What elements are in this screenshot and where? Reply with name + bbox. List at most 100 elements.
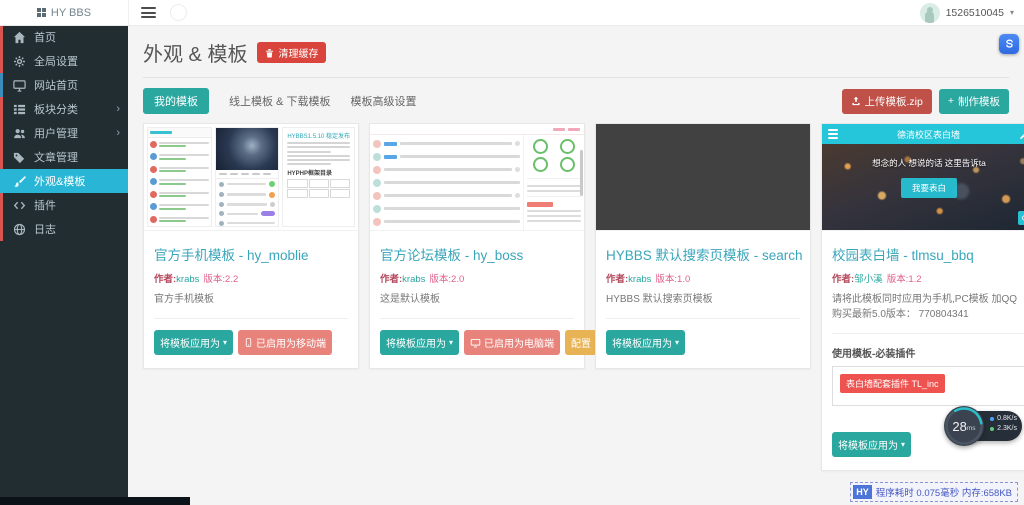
preview-app-title: 德清校区表白墙 — [838, 128, 1019, 141]
upload-dot-icon — [990, 417, 994, 421]
configure-button[interactable]: 配置 — [565, 330, 597, 355]
preview-photo: 想念的人 想说的话 这里告诉ta 我要表白 — [822, 144, 1024, 230]
bottom-strip — [0, 497, 190, 505]
upload-template-button[interactable]: 上传模板.zip — [842, 89, 932, 114]
sidebar-item-site-home[interactable]: 网站首页 — [0, 73, 128, 97]
template-preview-hy-moblie[interactable]: HYBBS1.5.10 稳定发布 HYPHP框架目录 — [144, 124, 358, 231]
template-meta: 作者:krabs版本:2.2 — [154, 271, 348, 285]
network-monitor-widget[interactable]: 0.8K/s 2.3K/s 28 ms — [944, 404, 1022, 448]
caret-down-icon: ▾ — [675, 338, 679, 347]
sidebar-item-label: 全局设置 — [34, 53, 78, 69]
preview-article-heading: HYPHP框架目录 — [287, 168, 350, 177]
template-card-hy-boss: 官方论坛模板 - hy_boss 作者:krabs版本:2.0 这是默认模板 将… — [369, 123, 585, 369]
create-template-button[interactable]: + 制作模板 — [939, 89, 1009, 114]
download-dot-icon — [990, 427, 994, 431]
performance-statusbar: HY 程序耗时 0.075毫秒 内存:658KB — [850, 482, 1018, 502]
gear-icon — [13, 55, 26, 68]
template-preview-hy-boss[interactable] — [370, 124, 584, 231]
tab-online-templates[interactable]: 线上模板 & 下载模板 — [229, 93, 330, 109]
hy-logo-chip: HY — [853, 485, 872, 499]
latency-gauge: 28 ms — [944, 406, 984, 446]
home-icon — [13, 31, 26, 44]
sidebar-item-label: 网站首页 — [34, 77, 78, 93]
preview-thread-list — [370, 135, 523, 231]
template-preview-search[interactable] — [596, 124, 810, 231]
browser-extension-icon[interactable] — [999, 34, 1019, 54]
tags-icon — [13, 151, 26, 164]
preview-phone-profile — [215, 127, 280, 227]
upload-speed: 0.8K/s — [990, 415, 1017, 422]
desktop-icon — [13, 79, 26, 92]
desktop-enabled-badge[interactable]: 已启用为电脑端 — [464, 330, 560, 355]
pencil-icon — [1019, 129, 1024, 140]
clear-cache-button[interactable]: 清理缓存 — [257, 42, 326, 63]
globe-icon — [13, 223, 26, 236]
template-meta: 作者:邹小溪版本:1.2 — [832, 271, 1024, 285]
template-preview-tlmsu-bbq[interactable]: 德清校区表白墙 想念的人 想说的话 这里告诉ta 我要表白 — [822, 124, 1024, 231]
tab-advanced-settings[interactable]: 模板高级设置 — [350, 93, 416, 109]
sidebar-item-label: 首页 — [34, 29, 56, 45]
mobile-enabled-badge[interactable]: 已启用为移动端 — [238, 330, 332, 355]
main-content: 外观 & 模板 清理缓存 我的模板 线上模板 & 下载模板 模板高级设置 上传模… — [128, 25, 1024, 505]
preview-confess-button: 我要表白 — [901, 178, 957, 198]
apply-template-button[interactable]: 将模板应用为▾ — [832, 432, 911, 457]
app-logo[interactable]: HY BBS — [0, 0, 129, 25]
sidebar: 首页 全局设置 网站首页 板块分类 › 用户管理 › 文章管理 外观&模板 插件… — [0, 25, 128, 505]
template-title: 官方手机模板 - hy_moblie — [154, 244, 348, 264]
sidebar-item-label: 日志 — [34, 221, 56, 237]
chevron-down-icon: ▾ — [1010, 8, 1014, 17]
paint-brush-icon — [13, 175, 26, 188]
sidebar-item-appearance-templates[interactable]: 外观&模板 — [0, 169, 128, 193]
preview-phone-article: HYBBS1.5.10 稳定发布 HYPHP框架目录 — [282, 127, 355, 227]
user-menu[interactable]: 1526510045 ▾ — [920, 3, 1024, 23]
sidebar-item-label: 板块分类 — [34, 101, 78, 117]
sidebar-item-sections[interactable]: 板块分类 › — [0, 97, 128, 121]
sidebar-item-logs[interactable]: 日志 — [0, 217, 128, 241]
sidebar-item-home[interactable]: 首页 — [0, 25, 128, 49]
preview-phone-list — [147, 127, 212, 227]
user-avatar — [920, 3, 940, 23]
topbar: HY BBS 1526510045 ▾ — [0, 0, 1024, 26]
sidebar-item-label: 外观&模板 — [34, 173, 85, 189]
required-plugins-label: 使用模板-必装插件 — [832, 345, 1024, 360]
template-description: 官方手机模板 — [154, 292, 348, 307]
apply-template-button[interactable]: 将模板应用为▾ — [606, 330, 685, 355]
users-icon — [13, 127, 26, 140]
performance-text: 程序耗时 0.075毫秒 内存:658KB — [876, 485, 1012, 499]
search-icon — [1018, 211, 1024, 225]
plugin-badge[interactable]: 表白墙配套插件 TL_inc — [840, 374, 945, 393]
sidebar-item-plugins[interactable]: 插件 — [0, 193, 128, 217]
required-plugins-box: 表白墙配套插件 TL_inc — [832, 366, 1024, 406]
template-toolbar: 我的模板 线上模板 & 下载模板 模板高级设置 上传模板.zip + 制作模板 — [143, 88, 1009, 114]
chevron-right-icon: › — [116, 128, 128, 139]
apply-template-button[interactable]: 将模板应用为▾ — [154, 330, 233, 355]
template-card-search: HYBBS 默认搜索页模板 - search 作者:krabs版本:1.0 HY… — [595, 123, 811, 369]
menu-icon — [828, 129, 838, 138]
template-title: 官方论坛模板 - hy_boss — [380, 244, 574, 264]
caret-down-icon: ▾ — [449, 338, 453, 347]
template-meta: 作者:krabs版本:1.0 — [606, 271, 800, 285]
template-title: 校园表白墙 - tlmsu_bbq — [832, 244, 1024, 264]
template-meta: 作者:krabs版本:2.0 — [380, 271, 574, 285]
sidebar-item-users[interactable]: 用户管理 › — [0, 121, 128, 145]
monitor-icon — [470, 338, 481, 348]
sidebar-item-articles[interactable]: 文章管理 — [0, 145, 128, 169]
sidebar-item-global-settings[interactable]: 全局设置 — [0, 49, 128, 73]
logo-grid-icon — [37, 8, 46, 17]
template-card-hy-moblie: HYBBS1.5.10 稳定发布 HYPHP框架目录 官方手机模板 - hy_m… — [143, 123, 359, 369]
preview-scrollbar[interactable] — [580, 150, 583, 196]
apply-template-button[interactable]: 将模板应用为▾ — [380, 330, 459, 355]
sidebar-item-label: 文章管理 — [34, 149, 78, 165]
preview-article-title: HYBBS1.5.10 稳定发布 — [287, 131, 350, 140]
template-title: HYBBS 默认搜索页模板 - search — [606, 244, 800, 264]
template-description: 这是默认模板 — [380, 292, 574, 307]
sidebar-toggle-icon[interactable] — [141, 7, 156, 18]
topbar-circle-icon[interactable] — [170, 4, 187, 21]
page-header: 外观 & 模板 清理缓存 — [143, 25, 1009, 78]
page-title: 外观 & 模板 — [143, 38, 247, 67]
app-logo-text: HY BBS — [51, 7, 91, 19]
sidebar-item-label: 用户管理 — [34, 125, 78, 141]
sidebar-item-label: 插件 — [34, 197, 56, 213]
tab-my-templates[interactable]: 我的模板 — [143, 88, 209, 114]
mobile-icon — [244, 337, 253, 348]
